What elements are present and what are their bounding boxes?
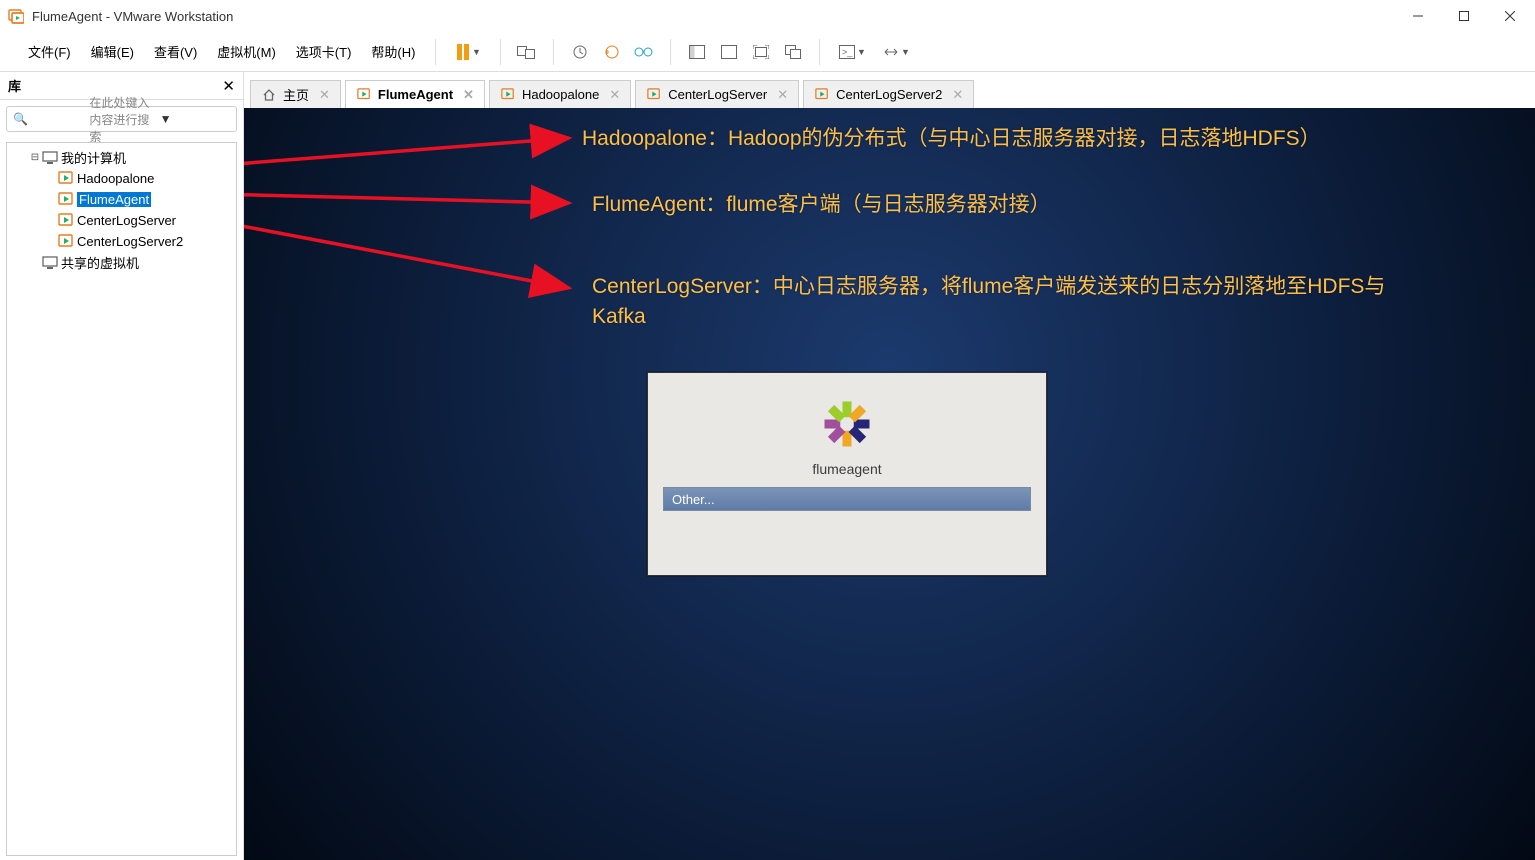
annotation-hadoopalone: Hadoopalone：Hadoop的伪分布式（与中心日志服务器对接，日志落地H… <box>582 124 1321 154</box>
manage-snapshot-button[interactable] <box>628 36 660 68</box>
close-tab-button[interactable]: ✕ <box>609 87 620 103</box>
vm-icon <box>57 234 75 250</box>
centos-logo-icon <box>820 397 874 451</box>
window-titlebar: FlumeAgent - VMware Workstation <box>0 0 1535 32</box>
main-toolbar: 文件(F) 编辑(E) 查看(V) 虚拟机(M) 选项卡(T) 帮助(H) ▼ … <box>0 32 1535 72</box>
library-sidebar: 库 ✕ 🔍 在此处键入内容进行搜索 ▼ ⊟ 我的计算机 Hadoopalone … <box>0 72 244 860</box>
computer-icon <box>41 150 59 166</box>
vm-icon <box>57 171 75 187</box>
close-tab-button[interactable]: ✕ <box>777 87 788 103</box>
menu-view[interactable]: 查看(V) <box>144 38 207 65</box>
send-ctrlaltdel-button[interactable] <box>511 36 543 68</box>
tab-home[interactable]: 主页 ✕ <box>250 80 341 108</box>
tab-hadoopalone[interactable]: Hadoopalone ✕ <box>489 80 631 108</box>
stretch-guest-button[interactable]: ▼ <box>874 36 918 68</box>
home-icon <box>261 87 277 103</box>
annotation-flumeagent: FlumeAgent：flume客户端（与日志服务器对接） <box>592 190 1051 220</box>
centos-login-box: flumeagent Other... <box>647 372 1047 576</box>
close-button[interactable] <box>1487 0 1533 32</box>
library-tree: ⊟ 我的计算机 Hadoopalone FlumeAgent CenterLog… <box>6 142 237 856</box>
tree-node-vm[interactable]: Hadoopalone <box>11 168 232 189</box>
search-placeholder: 在此处键入内容进行搜索 <box>89 94 159 145</box>
console-view-button[interactable]: >_ ▼ <box>830 36 874 68</box>
menu-file[interactable]: 文件(F) <box>18 38 81 65</box>
tab-flumeagent[interactable]: FlumeAgent ✕ <box>345 80 485 108</box>
vm-icon <box>500 87 516 103</box>
app-icon <box>8 8 24 24</box>
menu-vm[interactable]: 虚拟机(M) <box>207 38 286 65</box>
separator <box>819 39 820 65</box>
sidebar-close-button[interactable]: ✕ <box>222 77 235 95</box>
show-sidebar-button[interactable] <box>681 36 713 68</box>
dropdown-caret-icon: ▼ <box>901 47 910 57</box>
dropdown-caret-icon: ▼ <box>160 112 230 126</box>
vm-icon <box>356 87 372 103</box>
dropdown-caret-icon: ▼ <box>472 47 481 57</box>
tree-node-shared[interactable]: 共享的虚拟机 <box>11 252 232 273</box>
revert-snapshot-button[interactable] <box>596 36 628 68</box>
vm-icon <box>57 192 75 208</box>
take-snapshot-button[interactable] <box>564 36 596 68</box>
tab-bar: 主页 ✕ FlumeAgent ✕ Hadoopalone ✕ CenterLo… <box>244 78 1535 108</box>
centos-hostname: flumeagent <box>812 461 881 477</box>
vm-console[interactable]: Hadoopalone：Hadoop的伪分布式（与中心日志服务器对接，日志落地H… <box>244 108 1535 860</box>
tree-node-vm[interactable]: CenterLogServer <box>11 210 232 231</box>
fullscreen-button[interactable] <box>745 36 777 68</box>
sidebar-search-input[interactable]: 🔍 在此处键入内容进行搜索 ▼ <box>6 106 237 132</box>
tree-node-vm[interactable]: FlumeAgent <box>11 189 232 210</box>
shared-vm-icon <box>41 255 59 271</box>
annotation-centerlogserver: CenterLogServer：中心日志服务器，将flume客户端发送来的日志分… <box>592 272 1432 333</box>
vm-icon <box>814 87 830 103</box>
sidebar-title: 库 <box>8 76 222 95</box>
separator <box>500 39 501 65</box>
close-tab-button[interactable]: ✕ <box>319 87 330 103</box>
dropdown-caret-icon: ▼ <box>857 47 866 57</box>
close-tab-button[interactable]: ✕ <box>463 87 474 103</box>
vm-icon <box>57 213 75 229</box>
minimize-button[interactable] <box>1395 0 1441 32</box>
menu-edit[interactable]: 编辑(E) <box>81 38 144 65</box>
close-tab-button[interactable]: ✕ <box>952 87 963 103</box>
separator <box>435 39 436 65</box>
menu-help[interactable]: 帮助(H) <box>361 38 425 65</box>
collapse-icon[interactable]: ⊟ <box>29 152 41 163</box>
svg-text:>_: >_ <box>842 47 853 57</box>
window-title: FlumeAgent - VMware Workstation <box>32 9 1395 24</box>
separator <box>553 39 554 65</box>
vm-icon <box>646 87 662 103</box>
search-icon: 🔍 <box>13 112 83 126</box>
unity-button[interactable] <box>777 36 809 68</box>
show-single-button[interactable] <box>713 36 745 68</box>
separator <box>670 39 671 65</box>
tab-centerlogserver[interactable]: CenterLogServer ✕ <box>635 80 799 108</box>
tree-node-vm[interactable]: CenterLogServer2 <box>11 231 232 252</box>
menu-tabs[interactable]: 选项卡(T) <box>286 38 362 65</box>
centos-other-user-button[interactable]: Other... <box>663 487 1031 511</box>
pause-vm-button[interactable]: ▼ <box>446 36 490 68</box>
maximize-button[interactable] <box>1441 0 1487 32</box>
main-area: 主页 ✕ FlumeAgent ✕ Hadoopalone ✕ CenterLo… <box>244 72 1535 860</box>
tab-centerlogserver2[interactable]: CenterLogServer2 ✕ <box>803 80 974 108</box>
tree-node-my-computer[interactable]: ⊟ 我的计算机 <box>11 147 232 168</box>
